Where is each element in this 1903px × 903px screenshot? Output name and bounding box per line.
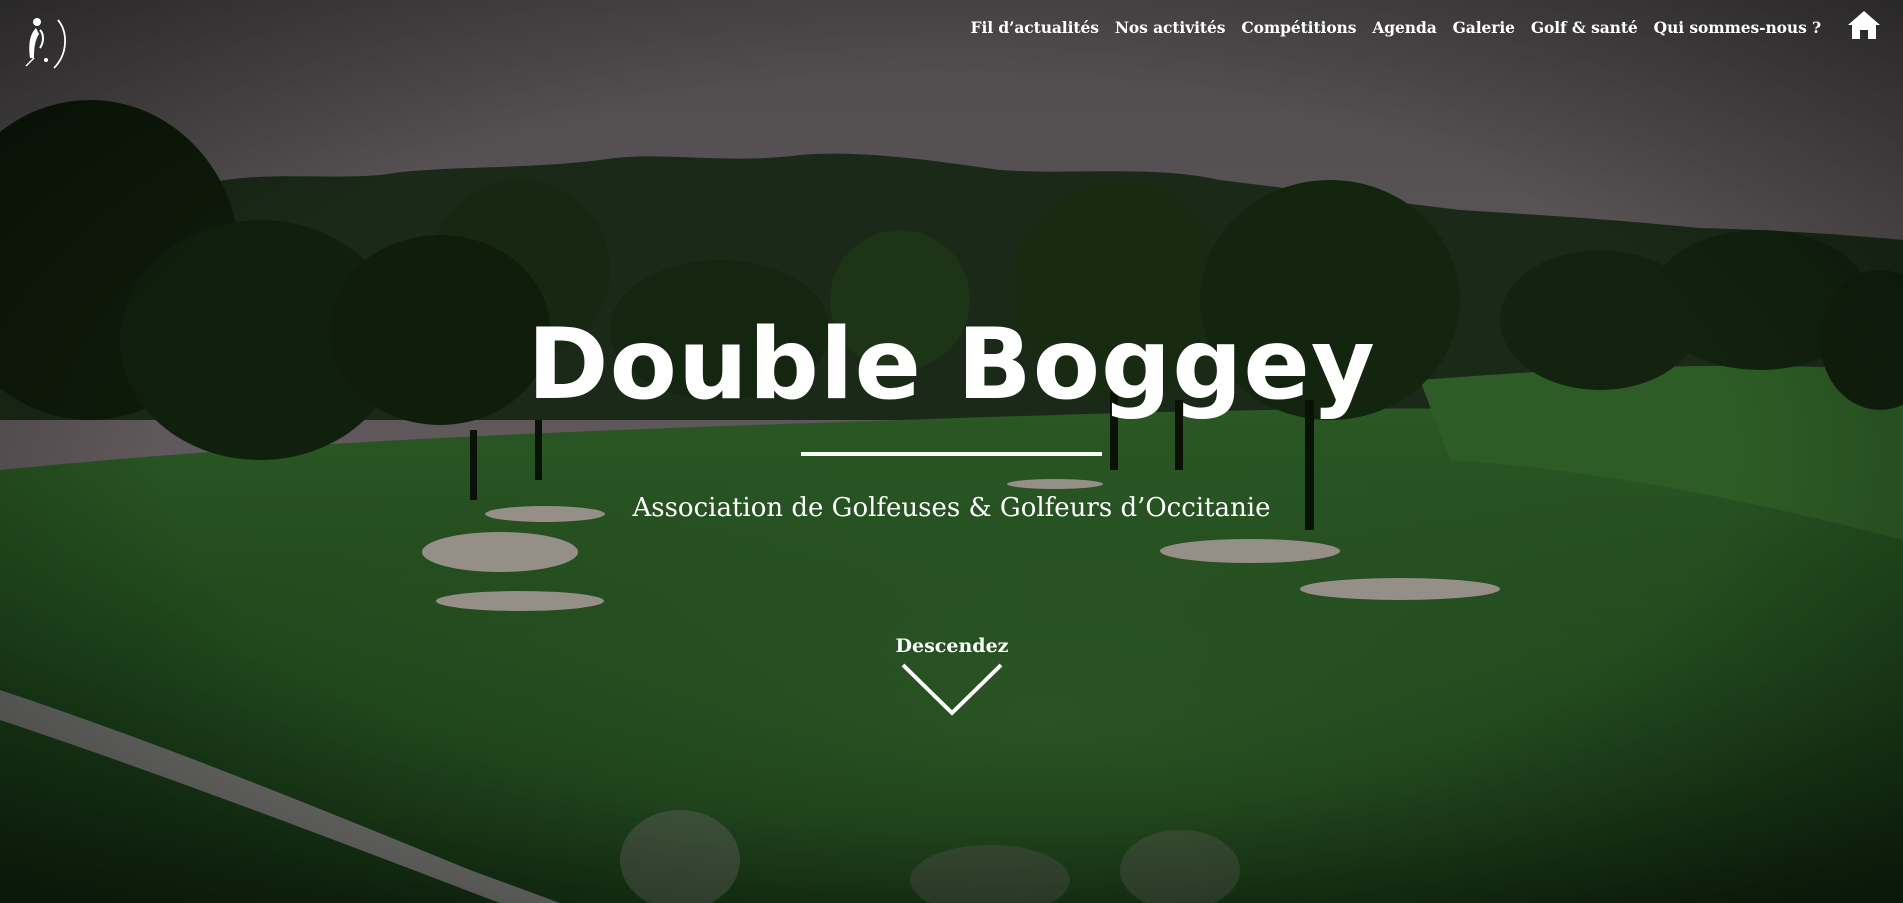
nav-item-activities[interactable]: Nos activités — [1115, 18, 1226, 37]
golfer-logo-icon[interactable] — [20, 14, 70, 72]
scroll-down-label: Descendez — [895, 635, 1009, 657]
main-navigation: Fil d’actualités Nos activités Compétiti… — [971, 18, 1822, 37]
chevron-down-icon — [901, 663, 1003, 716]
home-icon[interactable] — [1847, 10, 1881, 40]
nav-item-news-feed[interactable]: Fil d’actualités — [971, 18, 1099, 37]
nav-item-agenda[interactable]: Agenda — [1372, 18, 1436, 37]
nav-item-competitions[interactable]: Compétitions — [1241, 18, 1356, 37]
scroll-down-button[interactable]: Descendez — [852, 634, 1052, 724]
nav-item-golf-health[interactable]: Golf & santé — [1531, 18, 1638, 37]
nav-item-gallery[interactable]: Galerie — [1453, 18, 1515, 37]
nav-item-about-us[interactable]: Qui sommes-nous ? — [1654, 18, 1821, 37]
hero-subtitle: Association de Golfeuses & Golfeurs d’Oc… — [632, 493, 1271, 523]
hero-title: Double Boggey — [527, 308, 1376, 422]
title-divider — [801, 452, 1102, 456]
